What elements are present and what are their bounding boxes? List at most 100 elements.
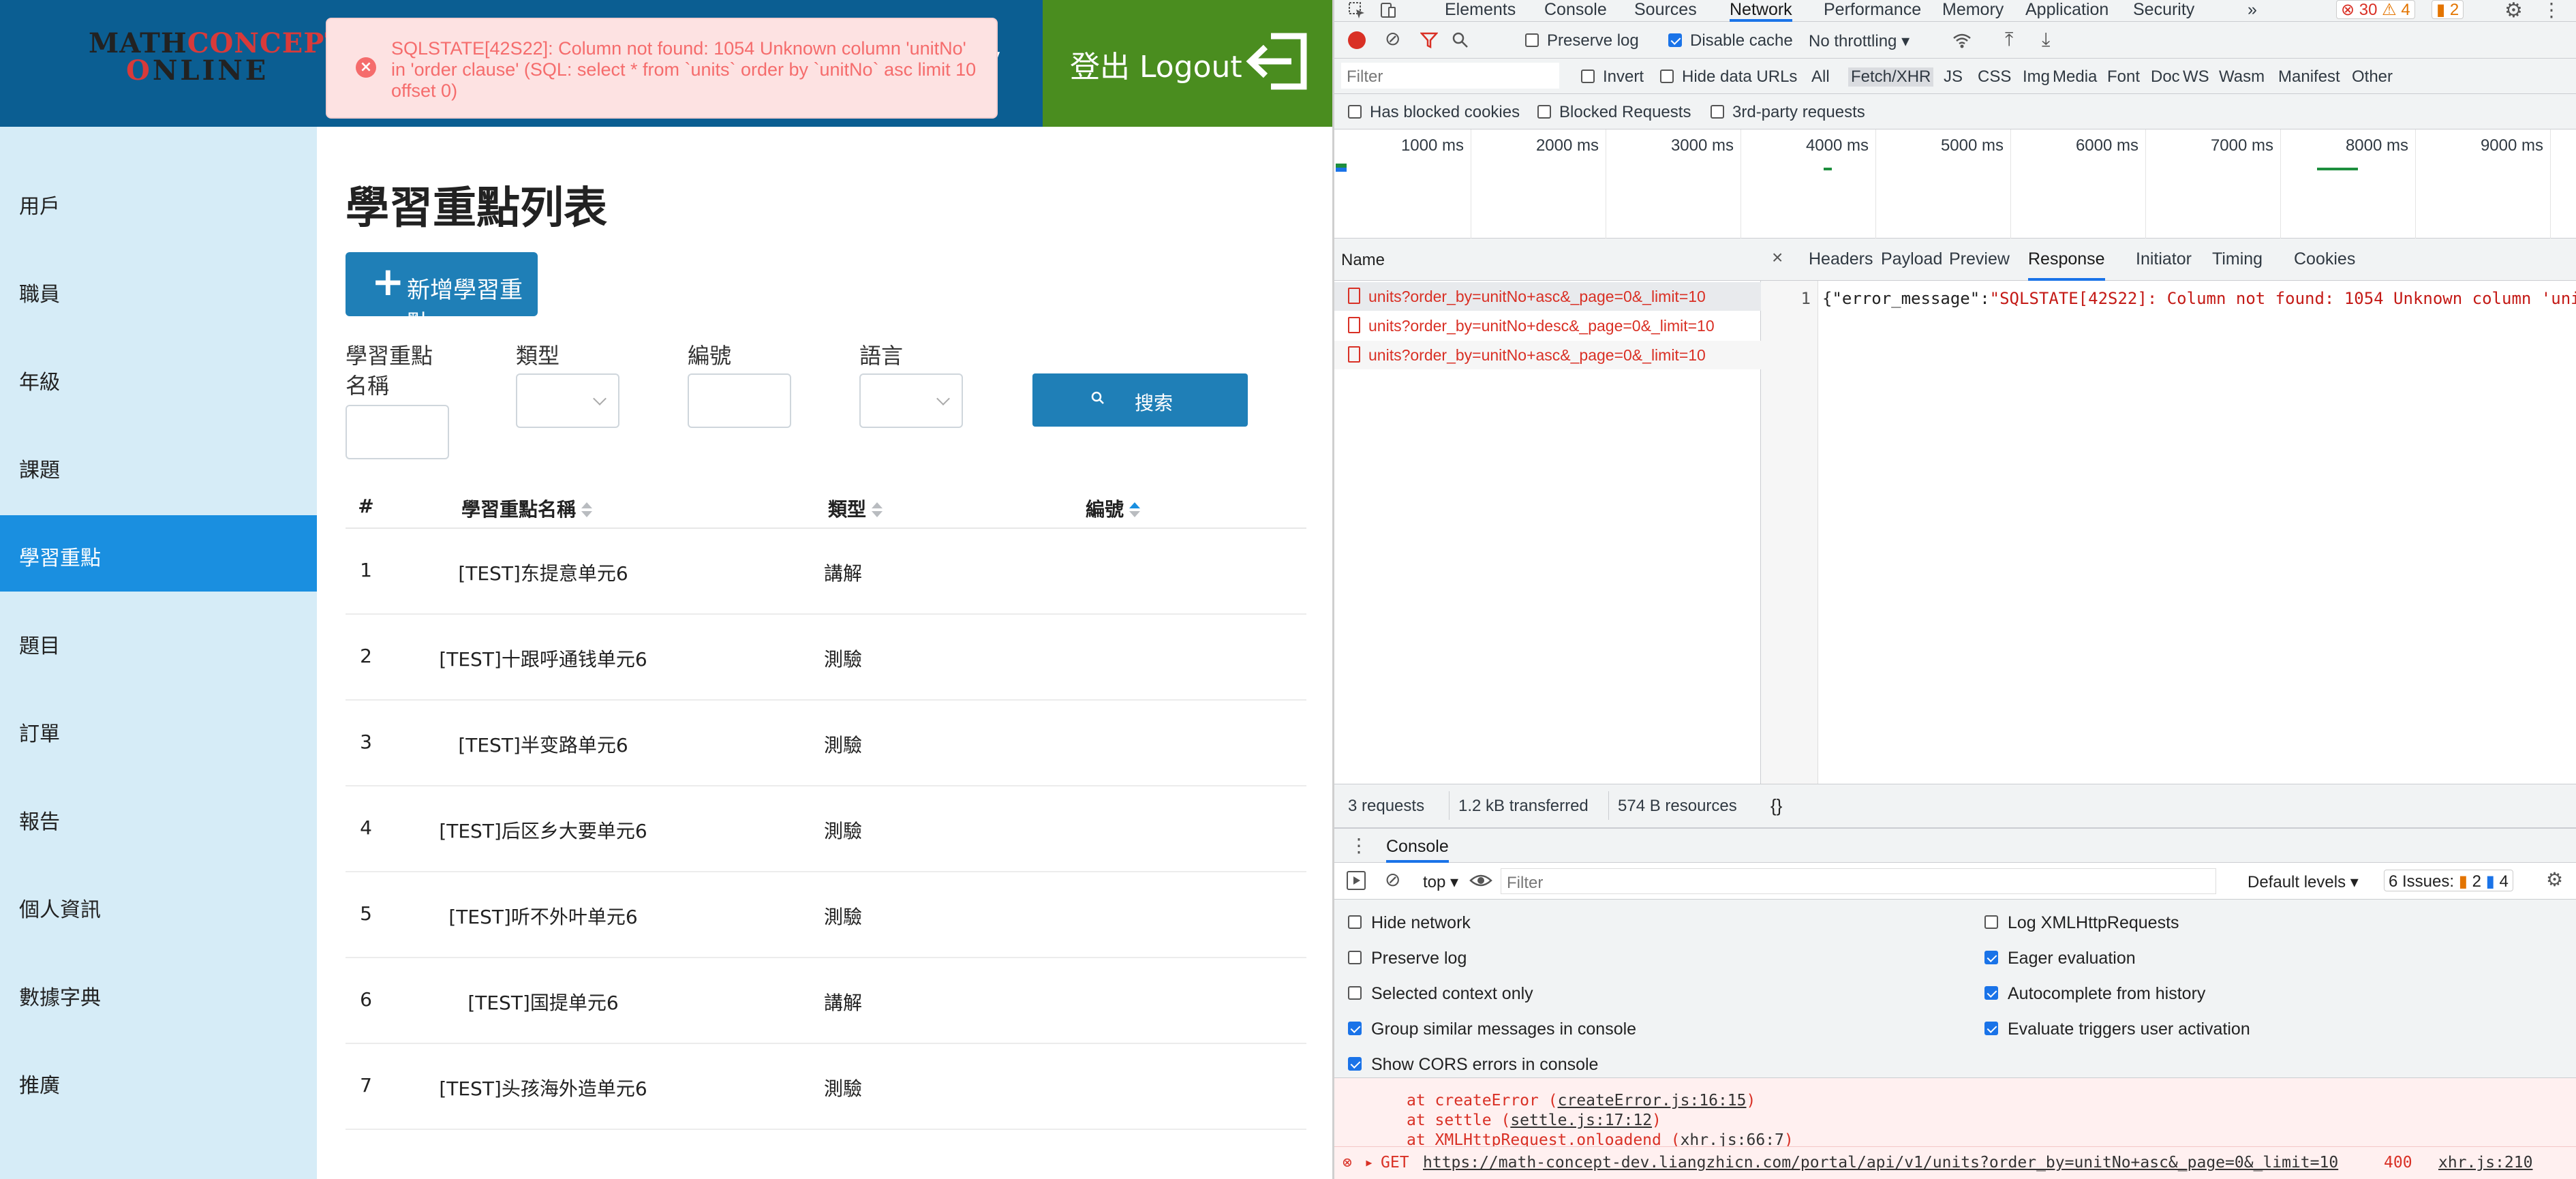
sidebar-item-3[interactable]: 課題	[0, 427, 317, 504]
console-setting-checkbox[interactable]	[1348, 1022, 1362, 1035]
hide-data-urls-checkbox[interactable]	[1660, 70, 1674, 83]
blocked-requests-checkbox[interactable]	[1537, 105, 1551, 119]
inspect-element-icon[interactable]	[1348, 1, 1366, 19]
settings-gear-icon[interactable]: ⚙	[2504, 0, 2523, 22]
request-url-link[interactable]: https://math-concept-dev.liangzhicn.com/…	[1423, 1154, 2338, 1172]
detail-tab-6[interactable]: Cookies	[2294, 249, 2355, 269]
request-row[interactable]: units?order_by=unitNo+desc&_page=0&_limi…	[1334, 311, 1761, 340]
search-button[interactable]: 搜索	[1032, 373, 1248, 427]
console-setting-checkbox[interactable]	[1348, 1057, 1362, 1071]
type-filter-1[interactable]: Fetch/XHR	[1848, 67, 1934, 87]
sidebar-item-1[interactable]: 職員	[0, 251, 317, 328]
response-body[interactable]: {"error_message":"SQLSTATE[42S22]: Colum…	[1822, 289, 2576, 308]
column-header-code[interactable]: 編號	[1086, 495, 1141, 522]
network-conditions-icon[interactable]	[1952, 31, 1972, 49]
column-header-name[interactable]: 學習重點名稱	[461, 495, 593, 522]
table-row[interactable]: 7 [TEST]头孩海外造单元6 測驗	[346, 1044, 1306, 1130]
network-filter-input[interactable]: Filter	[1341, 63, 1559, 89]
search-icon[interactable]	[1452, 31, 1469, 49]
context-select[interactable]: top ▾	[1423, 872, 1458, 892]
network-timeline-overview[interactable]: 1000 ms 2000 ms 3000 ms 4000 ms 5000 ms 6000 …	[1334, 129, 2576, 239]
issues-count-badge[interactable]: ▮ 2	[2432, 0, 2464, 19]
disable-cache-checkbox[interactable]	[1668, 33, 1682, 47]
sidebar-item-9[interactable]: 數據字典	[0, 955, 317, 1031]
clear-console-icon[interactable]: ⊘	[1385, 868, 1400, 891]
throttling-select[interactable]: No throttling ▾	[1809, 31, 1910, 51]
console-error-message[interactable]: ⊗ ▸ GET https://math-concept-dev.liangzh…	[1334, 1146, 2576, 1179]
devtools-tab-1[interactable]: Console	[1544, 0, 1607, 20]
live-expression-eye-icon[interactable]	[1469, 872, 1492, 889]
error-count-badge[interactable]: ⊗ 30 ⚠ 4	[2336, 0, 2415, 19]
console-setting-checkbox[interactable]	[1984, 951, 1998, 964]
table-row[interactable]: 5 [TEST]听不外叶单元6 測驗	[346, 872, 1306, 958]
issues-button[interactable]: 6 Issues: ▮ 2 ▮ 4	[2384, 870, 2513, 891]
record-icon[interactable]	[1348, 31, 1366, 49]
clear-icon[interactable]: ⊘	[1385, 27, 1400, 50]
filter-name-input[interactable]	[346, 405, 449, 459]
pretty-print-button[interactable]: {}	[1761, 784, 2576, 827]
console-settings-gear-icon[interactable]: ⚙	[2546, 868, 2563, 891]
type-filter-2[interactable]: JS	[1944, 67, 1963, 87]
devtools-tab-0[interactable]: Elements	[1445, 0, 1516, 20]
close-icon[interactable]: ×	[1772, 247, 1783, 269]
import-har-icon[interactable]: ⤒	[2005, 29, 2013, 51]
detail-tab-0[interactable]: Headers	[1809, 249, 1873, 269]
third-party-checkbox[interactable]	[1711, 105, 1724, 119]
table-row[interactable]: 3 [TEST]半变路单元6 測驗	[346, 701, 1306, 786]
detail-tab-5[interactable]: Timing	[2212, 249, 2263, 269]
sidebar-item-8[interactable]: 個人資訊	[0, 867, 317, 943]
type-filter-3[interactable]: CSS	[1978, 67, 2011, 87]
devtools-tab-4[interactable]: Performance	[1824, 0, 1921, 20]
console-filter-input[interactable]: Filter	[1501, 868, 2216, 894]
filter-code-input[interactable]	[688, 373, 791, 428]
type-filter-6[interactable]: Font	[2107, 67, 2140, 87]
source-link[interactable]: xhr.js:210	[2438, 1154, 2532, 1172]
devtools-tab-5[interactable]: Memory	[1942, 0, 2004, 20]
type-filter-0[interactable]: All	[1811, 67, 1830, 87]
add-learning-point-button[interactable]: + 新增學習重點	[346, 252, 538, 337]
devtools-tab-2[interactable]: Sources	[1634, 0, 1697, 20]
console-setting-checkbox[interactable]	[1348, 951, 1362, 964]
expand-arrow-icon[interactable]: ▸	[1364, 1154, 1374, 1172]
sidebar-toggle-icon[interactable]	[1347, 871, 1366, 890]
column-header-type[interactable]: 類型	[828, 495, 883, 522]
detail-tab-1[interactable]: Payload	[1881, 249, 1942, 269]
sidebar-item-4[interactable]: 學習重點	[0, 515, 317, 592]
detail-tab-4[interactable]: Initiator	[2136, 249, 2192, 269]
logout-button[interactable]: 登出 Logout	[1043, 0, 1332, 127]
sidebar-item-10[interactable]: 推廣	[0, 1043, 317, 1119]
detail-tab-3[interactable]: Response	[2028, 249, 2105, 281]
filter-language-select[interactable]	[859, 373, 963, 428]
devtools-tab-8[interactable]: »	[2248, 0, 2257, 20]
type-filter-4[interactable]: Img	[2023, 67, 2050, 87]
sidebar-item-2[interactable]: 年級	[0, 339, 317, 416]
devtools-tab-6[interactable]: Application	[2025, 0, 2109, 20]
invert-checkbox[interactable]	[1581, 70, 1595, 83]
table-row[interactable]: 2 [TEST]十跟呼通钱单元6 測驗	[346, 615, 1306, 701]
preserve-log-checkbox[interactable]	[1525, 33, 1539, 47]
table-row[interactable]: 1 [TEST]东提意单元6 講解	[346, 529, 1306, 615]
type-filter-7[interactable]: Doc	[2151, 67, 2180, 87]
drawer-menu-icon[interactable]: ⋮	[1349, 834, 1368, 857]
table-row[interactable]: 4 [TEST]后区乡大要单元6 測驗	[346, 786, 1306, 872]
sidebar-item-7[interactable]: 報告	[0, 779, 317, 855]
filter-type-select[interactable]	[516, 373, 619, 428]
requests-list-header[interactable]: Name	[1334, 239, 1761, 281]
more-options-icon[interactable]: ⋮	[2542, 0, 2561, 21]
detail-tab-2[interactable]: Preview	[1949, 249, 2010, 269]
tab-console[interactable]: Console	[1386, 829, 1449, 863]
device-toolbar-icon[interactable]	[1379, 1, 1397, 19]
blocked-cookies-checkbox[interactable]	[1348, 105, 1362, 119]
console-setting-checkbox[interactable]	[1984, 915, 1998, 929]
type-filter-10[interactable]: Manifest	[2278, 67, 2340, 87]
log-levels-select[interactable]: Default levels ▾	[2248, 872, 2359, 892]
request-row[interactable]: units?order_by=unitNo+asc&_page=0&_limit…	[1334, 282, 1761, 311]
console-setting-checkbox[interactable]	[1984, 986, 1998, 1000]
stack-file-link[interactable]: settle.js:17:12	[1510, 1112, 1652, 1129]
type-filter-8[interactable]: WS	[2183, 67, 2209, 87]
devtools-tab-7[interactable]: Security	[2133, 0, 2194, 20]
math-concept-logo[interactable]: MATHCONCEPT ONLINE	[89, 27, 345, 89]
type-filter-11[interactable]: Other	[2352, 67, 2393, 87]
table-row[interactable]: 6 [TEST]国提单元6 講解	[346, 958, 1306, 1044]
console-setting-checkbox[interactable]	[1348, 915, 1362, 929]
